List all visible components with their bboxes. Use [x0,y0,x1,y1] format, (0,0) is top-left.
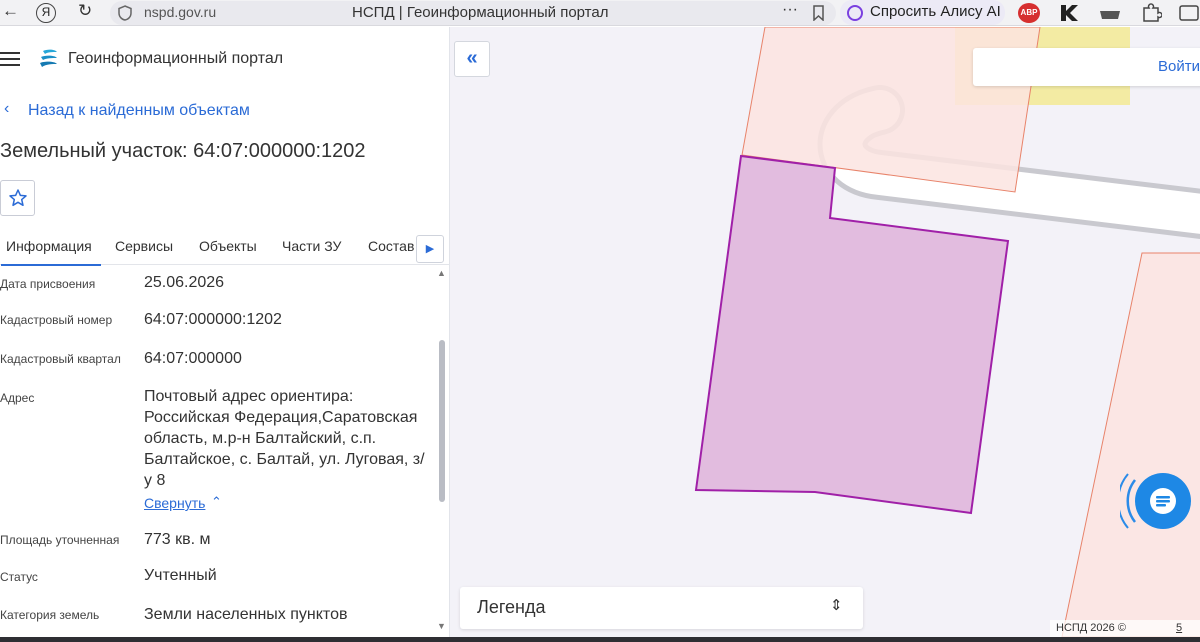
reload-icon[interactable]: ↻ [78,1,92,21]
yandex-icon[interactable]: Я [36,3,56,23]
legend-label: Легенда [477,597,546,617]
puzzle-icon[interactable] [1140,3,1162,23]
favorite-button[interactable] [0,180,35,216]
chat-icon [1150,488,1176,514]
scroll-up-icon[interactable]: ▲ [437,268,446,278]
tabs-next-button[interactable]: ▶ [416,235,444,263]
scrollbar-thumb[interactable] [439,340,445,502]
collapse-address-link[interactable]: Свернуть [144,495,205,511]
address-line: у 8 [144,472,166,489]
tab-parts[interactable]: Части ЗУ [282,238,341,254]
info-value: Земли населенных пунктов [144,606,348,623]
chevron-up-icon[interactable]: ⌃ [211,494,222,510]
browser-toolbar: ← Я ↻ nspd.gov.ru НСПД | Геоинформационн… [0,0,1200,26]
back-arrow-icon[interactable]: ← [2,1,19,21]
extension-k-icon[interactable] [1058,3,1080,23]
scale-label: 5 [1176,622,1183,634]
app-title: Геоинформационный портал [68,50,284,67]
scroll-down-icon[interactable]: ▼ [437,621,446,631]
info-label: Адрес [0,391,35,405]
address-line: область, м.р-н Балтайский, с.п. [144,430,377,447]
login-button[interactable]: Войти [1158,58,1200,75]
map-layer [694,27,1200,637]
info-label: Статус [0,570,38,584]
bookmark-icon[interactable] [812,5,825,21]
tab-composition[interactable]: Состав [368,238,414,254]
info-label: Кадастровый номер [0,313,113,327]
tab-title: НСПД | Геоинформационный портал [352,4,609,21]
page-title: Земельный участок: 64:07:000000:1202 [0,140,366,162]
map-attribution: НСПД 2026 © 5 [1050,620,1200,637]
shield-icon [118,5,132,21]
extension-hat-icon[interactable] [1098,5,1122,21]
copyright-text: НСПД 2026 © [1056,622,1126,634]
tab-objects[interactable]: Объекты [199,238,257,254]
portal-logo-icon [40,49,57,67]
taskbar-strip [0,637,1200,642]
parcel-right [1061,252,1200,637]
info-label: Дата присвоения [0,277,96,291]
alice-label: Спросить Алису AI [870,3,1001,20]
star-icon [9,189,27,207]
tab-services[interactable]: Сервисы [115,238,173,254]
info-value: 773 кв. м [144,531,211,548]
tab-information[interactable]: Информация [1,238,101,266]
address-line: Почтовый адрес ориентира: [144,388,354,405]
info-value: Учтенный [144,567,217,584]
alice-button[interactable]: Спросить Алису AI [840,0,1005,25]
chevron-left-icon[interactable]: ‹ [4,100,9,118]
info-value: 64:07:000000:1202 [144,311,282,328]
info-label: Площадь уточненная [0,533,120,547]
map-canvas[interactable] [450,27,1200,637]
info-value: 64:07:000000 [144,350,242,367]
info-value: 25.06.2026 [144,274,225,291]
double-chevron-left-icon: « [466,47,478,69]
chevron-right-icon: ▶ [425,243,435,255]
address-line: Российская Федерация,Саратовская [144,409,418,426]
more-icon[interactable]: ··· [782,1,798,19]
chevron-updown-icon[interactable]: ⇕ [830,596,843,614]
url-text[interactable]: nspd.gov.ru [144,4,216,20]
adblock-icon[interactable]: ABP [1018,3,1040,23]
address-value: Почтовый адрес ориентира: Российская Фед… [144,386,434,491]
profile-icon[interactable] [1178,3,1200,23]
collapse-panel-button[interactable]: « [454,41,490,77]
menu-icon[interactable] [0,52,20,66]
info-label: Категория земель [0,608,100,622]
address-line: Балтайское, с. Балтай, ул. Луговая, з/ [144,451,425,468]
back-to-results-link[interactable]: Назад к найденным объектам [28,102,250,120]
info-label: Кадастровый квартал [0,352,121,366]
address-bar[interactable]: nspd.gov.ru НСПД | Геоинформационный пор… [110,1,836,25]
info-tabs: Информация Сервисы Объекты Части ЗУ Сост… [0,229,450,266]
alice-icon [847,5,863,21]
chat-button[interactable] [1135,473,1191,529]
